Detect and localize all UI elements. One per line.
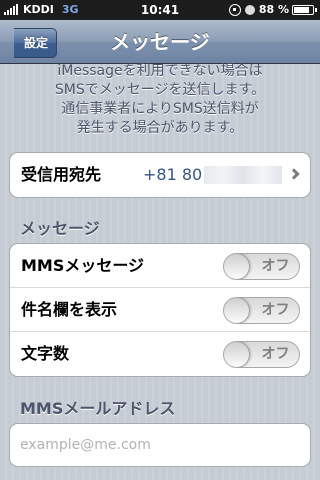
location-icon (244, 4, 255, 15)
toggle-state-label: オフ (261, 258, 290, 274)
mms-email-input[interactable] (20, 424, 300, 466)
show-subject-toggle[interactable]: オフ (223, 297, 300, 324)
note-line: 通信事業者によりSMS送信料が (61, 101, 259, 117)
toggle-knob (224, 342, 250, 367)
note-line: SMSでメッセージを送信します。 (54, 82, 266, 98)
rotation-lock-icon (228, 3, 241, 16)
battery-icon (292, 4, 317, 15)
toggle-knob (224, 254, 250, 279)
mms-email-section-header: MMSメールアドレス (20, 399, 176, 418)
receive-at-row[interactable]: 受信用宛先 +81 80 (10, 153, 310, 197)
character-count-label: 文字数 (21, 344, 70, 363)
toggle-state-label: オフ (261, 302, 290, 318)
note-line: iMessageを利用できない場合は (57, 63, 263, 79)
mms-messages-label: MMSメッセージ (21, 256, 145, 275)
status-right: 88 % (228, 3, 317, 16)
show-subject-row: 件名欄を表示 オフ (10, 288, 310, 332)
receive-at-value: +81 80 (143, 165, 203, 184)
chevron-right-icon (288, 168, 300, 180)
toggle-knob (224, 298, 250, 323)
character-count-toggle[interactable]: オフ (223, 341, 300, 368)
mms-messages-row: MMSメッセージ オフ (10, 244, 310, 288)
navigation-bar: 設定 メッセージ (0, 20, 320, 64)
character-count-row: 文字数 オフ (10, 332, 310, 376)
status-bar: KDDI 3G 10:41 88 % (0, 0, 320, 20)
messages-group: MMSメッセージ オフ 件名欄を表示 オフ 文字数 オフ (9, 243, 311, 377)
mms-email-group (9, 423, 311, 467)
redacted-number (204, 166, 282, 184)
sms-fallback-note: iMessageを利用できない場合は SMSでメッセージを送信します。 通信事業… (20, 62, 300, 138)
note-line: 発生する場合があります。 (76, 120, 244, 136)
toggle-state-label: オフ (261, 346, 290, 362)
receive-at-label: 受信用宛先 (21, 165, 102, 184)
battery-percent: 88 % (258, 3, 289, 16)
messages-section-header: メッセージ (20, 219, 100, 238)
battery-fill (294, 6, 309, 13)
mms-messages-toggle[interactable]: オフ (223, 253, 300, 280)
page-title: メッセージ (110, 30, 210, 54)
back-button-label: 設定 (24, 36, 49, 50)
receive-at-group: 受信用宛先 +81 80 (9, 152, 311, 198)
show-subject-label: 件名欄を表示 (21, 300, 118, 319)
